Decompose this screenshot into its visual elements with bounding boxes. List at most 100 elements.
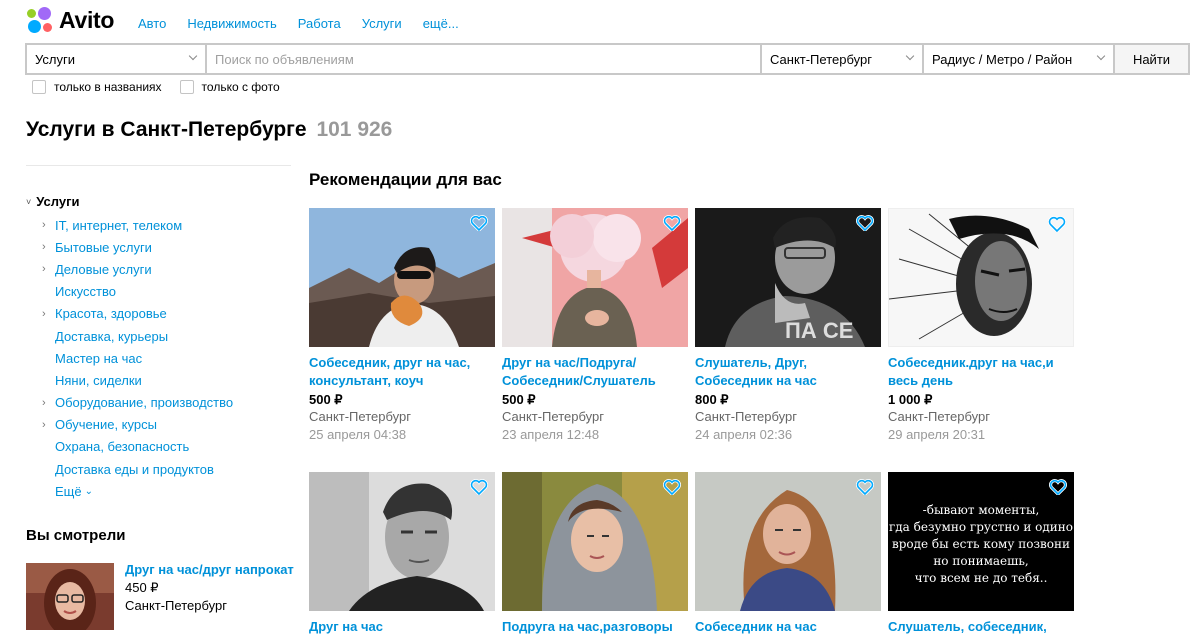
chevron-down-icon xyxy=(906,53,914,61)
listing-card[interactable]: Друг на час xyxy=(309,472,495,635)
divider xyxy=(26,165,291,166)
favorite-heart-icon[interactable] xyxy=(856,479,874,495)
listing-photo[interactable]: -бывают моменты, гда безумно грустно и о… xyxy=(888,472,1074,611)
sidebar-item-label[interactable]: Доставка, курьеры xyxy=(55,329,168,344)
sidebar-more[interactable]: Ещё ⌄ xyxy=(42,480,233,502)
sidebar-item-label[interactable]: Красота, здоровье xyxy=(55,306,167,321)
favorite-heart-icon[interactable] xyxy=(663,215,681,231)
listing-price: 1 000 ₽ xyxy=(888,392,933,407)
sidebar-item-delivery[interactable]: Доставка, курьеры xyxy=(42,325,233,347)
listing-city: Санкт-Петербург xyxy=(309,409,411,424)
sidebar-item-handyman[interactable]: Мастер на час xyxy=(42,347,233,369)
listing-photo[interactable] xyxy=(309,208,495,347)
listing-photo[interactable]: ПА СЕ xyxy=(695,208,881,347)
favorite-heart-icon[interactable] xyxy=(1049,479,1067,495)
listing-title[interactable]: Слушатель, собеседник, xyxy=(888,618,1074,635)
avito-logo[interactable]: Avito xyxy=(26,6,114,34)
viewed-item-title[interactable]: Друг на час/друг напрокат xyxy=(125,562,294,577)
nav-realty[interactable]: Недвижимость xyxy=(187,16,276,31)
search-button[interactable]: Найти xyxy=(1115,45,1188,73)
favorite-heart-icon[interactable] xyxy=(663,479,681,495)
listing-card[interactable]: Подруга на час,разговоры xyxy=(502,472,688,635)
sidebar-item-nannies[interactable]: Няни, сиделки xyxy=(42,369,233,391)
sidebar-item-education[interactable]: › Обучение, курсы xyxy=(42,414,233,436)
listing-date: 24 апреля 02:36 xyxy=(695,427,793,442)
listing-title[interactable]: Подруга на час,разговоры xyxy=(502,618,688,635)
city-select-value: Санкт-Петербург xyxy=(770,51,872,67)
logo-dots-icon xyxy=(26,6,54,34)
favorite-heart-icon[interactable] xyxy=(470,479,488,495)
city-select[interactable]: Санкт-Петербург xyxy=(762,45,922,73)
listing-card[interactable]: Друг на час/Подруга/ Собеседник/Слушател… xyxy=(502,208,688,444)
names-only-checkbox[interactable]: только в названиях xyxy=(32,80,162,94)
listing-card[interactable]: Собеседник на час xyxy=(695,472,881,635)
sidebar-item-label[interactable]: Бытовые услуги xyxy=(55,240,152,255)
page-title-text: Услуги в Санкт-Петербурге xyxy=(26,118,307,141)
sidebar-item-label[interactable]: Искусство xyxy=(55,284,116,299)
nav-more[interactable]: ещё... xyxy=(423,16,459,31)
sidebar-item-label[interactable]: Деловые услуги xyxy=(55,262,152,277)
sidebar-item-art[interactable]: Искусство xyxy=(42,281,233,303)
sidebar-item-food-delivery[interactable]: Доставка еды и продуктов xyxy=(42,458,233,480)
listing-photo[interactable] xyxy=(502,208,688,347)
category-select[interactable]: Услуги xyxy=(27,45,205,73)
checkbox-box[interactable] xyxy=(32,80,46,94)
nav-services[interactable]: Услуги xyxy=(362,16,402,31)
listing-price: 800 ₽ xyxy=(695,392,729,407)
with-photo-checkbox[interactable]: только с фото xyxy=(179,80,280,94)
listing-date: 25 апреля 04:38 xyxy=(309,427,407,442)
sidebar-item-label[interactable]: Охрана, безопасность xyxy=(55,439,189,454)
sidebar-item-label[interactable]: Мастер на час xyxy=(55,351,142,366)
listing-title[interactable]: Собеседник.друг на час,и весь день xyxy=(888,354,1074,390)
listing-photo[interactable] xyxy=(309,472,495,611)
sidebar-more-label[interactable]: Ещё xyxy=(55,484,82,499)
chevron-right-icon: › xyxy=(42,418,46,431)
listing-title[interactable]: Друг на час/Подруга/ Собеседник/Слушател… xyxy=(502,354,688,390)
listing-card[interactable]: Собеседник, друг на час, консультант, ко… xyxy=(309,208,495,444)
listing-card[interactable]: Собеседник.друг на час,и весь день 1 000… xyxy=(888,208,1074,444)
sidebar-item-label[interactable]: IT, интернет, телеком xyxy=(55,218,182,233)
sidebar-item-security[interactable]: Охрана, безопасность xyxy=(42,436,233,458)
viewed-item-photo[interactable] xyxy=(26,563,114,630)
listing-card[interactable]: -бывают моменты, гда безумно грустно и о… xyxy=(888,472,1074,635)
logo-text: Avito xyxy=(59,6,115,33)
viewed-item-price: 450 ₽ xyxy=(125,580,159,595)
sidebar-item-household[interactable]: › Бытовые услуги xyxy=(42,236,233,258)
listing-title[interactable]: Слушатель, Друг, Собеседник на час xyxy=(695,354,881,390)
favorite-heart-icon[interactable] xyxy=(470,215,488,231)
listing-photo[interactable] xyxy=(502,472,688,611)
listing-photo[interactable] xyxy=(695,472,881,611)
sidebar-category-root[interactable]: ˅ Услуги xyxy=(26,194,80,209)
sidebar-root-label: Услуги xyxy=(36,194,80,209)
sidebar-item-label[interactable]: Оборудование, производство xyxy=(55,395,233,410)
favorite-heart-icon[interactable] xyxy=(1048,216,1066,232)
top-nav: Авто Недвижимость Работа Услуги ещё... xyxy=(138,16,459,31)
listing-title[interactable]: Собеседник на час xyxy=(695,618,881,635)
category-select-value: Услуги xyxy=(35,51,75,67)
listing-title[interactable]: Собеседник, друг на час, консультант, ко… xyxy=(309,354,495,390)
sidebar-item-it[interactable]: › IT, интернет, телеком xyxy=(42,214,233,236)
checkbox-box[interactable] xyxy=(179,80,194,94)
nav-auto[interactable]: Авто xyxy=(138,16,166,31)
sidebar-item-business[interactable]: › Деловые услуги xyxy=(42,258,233,280)
search-bar: Услуги Поиск по объявлениям Санкт-Петерб… xyxy=(25,43,1190,75)
sidebar-item-label[interactable]: Обучение, курсы xyxy=(55,417,157,432)
sidebar-item-beauty[interactable]: › Красота, здоровье xyxy=(42,303,233,325)
results-count: 101 926 xyxy=(316,118,393,141)
sidebar-item-label[interactable]: Доставка еды и продуктов xyxy=(55,462,214,477)
chevron-right-icon: › xyxy=(42,241,46,254)
listing-title[interactable]: Друг на час xyxy=(309,618,495,635)
viewed-item-city: Санкт-Петербург xyxy=(125,598,227,613)
search-input[interactable]: Поиск по объявлениям xyxy=(207,45,760,73)
radius-select[interactable]: Радиус / Метро / Район xyxy=(924,45,1113,73)
sidebar-category-list: › IT, интернет, телеком › Бытовые услуги ›… xyxy=(42,214,233,502)
page-title: Услуги в Санкт-Петербурге 101 926 xyxy=(26,118,392,142)
chevron-down-icon xyxy=(189,53,197,61)
sidebar-item-equipment[interactable]: › Оборудование, производство xyxy=(42,392,233,414)
listing-card[interactable]: ПА СЕ Слушатель, Друг, Собеседник на час… xyxy=(695,208,881,444)
listing-photo[interactable] xyxy=(888,208,1074,347)
favorite-heart-icon[interactable] xyxy=(856,215,874,231)
sidebar-item-label[interactable]: Няни, сиделки xyxy=(55,373,142,388)
nav-jobs[interactable]: Работа xyxy=(298,16,341,31)
names-only-label: только в названиях xyxy=(54,80,162,94)
